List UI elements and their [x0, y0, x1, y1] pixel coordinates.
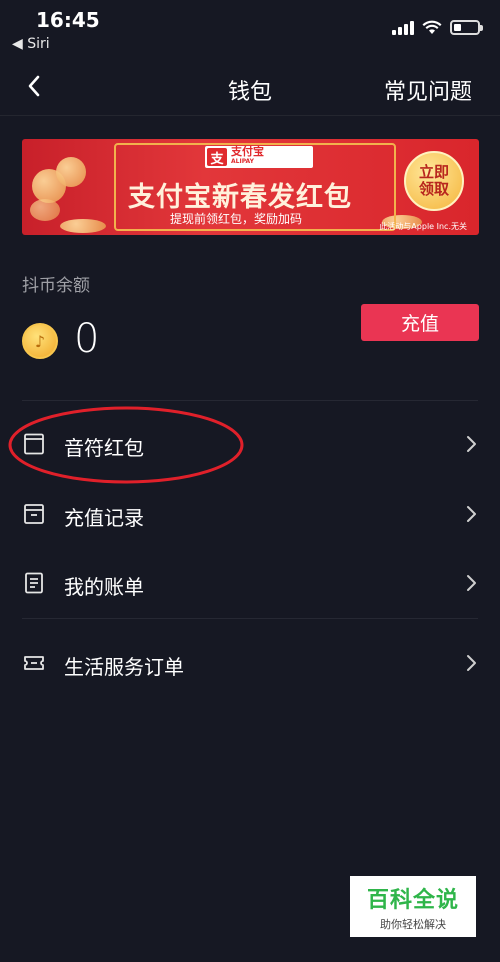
- archive-icon: [24, 504, 44, 524]
- back-to-siri-link[interactable]: ◀ Siri: [12, 36, 50, 52]
- status-icons: [392, 20, 483, 35]
- balance-label: 抖币余额: [22, 276, 90, 296]
- watermark-subtitle: 助你轻松解决: [380, 917, 446, 931]
- menu-item-red-envelope[interactable]: 音符红包: [0, 414, 500, 476]
- douyin-coin-icon: ♪: [22, 323, 58, 359]
- recharge-button[interactable]: 充值: [361, 304, 479, 341]
- cellular-signal-icon: [392, 20, 414, 35]
- divider: [22, 618, 478, 619]
- red-envelope-icon: [24, 433, 44, 455]
- alipay-promo-banner[interactable]: 支 支付宝 ALIPAY 支付宝新春发红包 提现前领红包，奖励加码 立即 领取 …: [22, 139, 479, 235]
- bill-icon: [25, 572, 43, 594]
- watermark-title: 百科全说: [366, 887, 459, 913]
- status-time: 16:45: [36, 8, 100, 32]
- chevron-right-icon: [467, 655, 476, 671]
- nav-bar: 钱包 常见问题: [0, 60, 500, 116]
- menu-item-my-bills[interactable]: 我的账单: [0, 553, 500, 615]
- chevron-right-icon: [467, 436, 476, 452]
- balance-value: 0: [74, 316, 100, 362]
- claim-now-button[interactable]: 立即 领取: [404, 151, 464, 211]
- claim-button-line2: 领取: [418, 180, 449, 198]
- wifi-icon: [422, 20, 442, 34]
- coin-decoration: [60, 219, 106, 233]
- alipay-logo-icon: 支: [207, 148, 227, 167]
- alipay-logo: 支 支付宝 ALIPAY: [205, 146, 313, 168]
- menu-item-label: 充值记录: [64, 506, 144, 530]
- menu-item-recharge-history[interactable]: 充值记录: [0, 484, 500, 546]
- banner-subtitle: 提现前领红包，奖励加码: [170, 212, 303, 226]
- watermark-logo: 百科全说 助你轻松解决: [350, 876, 476, 937]
- banner-title: 支付宝新春发红包: [128, 182, 352, 213]
- ticket-icon: [24, 656, 44, 670]
- coin-decoration: [56, 157, 86, 187]
- chevron-right-icon: [467, 575, 476, 591]
- divider: [22, 400, 478, 401]
- faq-link[interactable]: 常见问题: [384, 74, 472, 106]
- banner-disclaimer: 此活动与Apple Inc.无关: [379, 222, 467, 231]
- battery-icon: [450, 20, 483, 35]
- coin-decoration: [30, 199, 60, 221]
- menu-item-label: 生活服务订单: [64, 655, 184, 679]
- menu-item-label: 音符红包: [64, 436, 144, 460]
- menu-item-label: 我的账单: [64, 575, 144, 599]
- claim-button-line1: 立即: [418, 163, 449, 181]
- chevron-right-icon: [467, 506, 476, 522]
- status-bar: 16:45 ◀ Siri: [0, 0, 500, 60]
- alipay-brand-en: ALIPAY: [231, 158, 254, 165]
- menu-item-life-service-orders[interactable]: 生活服务订单: [0, 633, 500, 695]
